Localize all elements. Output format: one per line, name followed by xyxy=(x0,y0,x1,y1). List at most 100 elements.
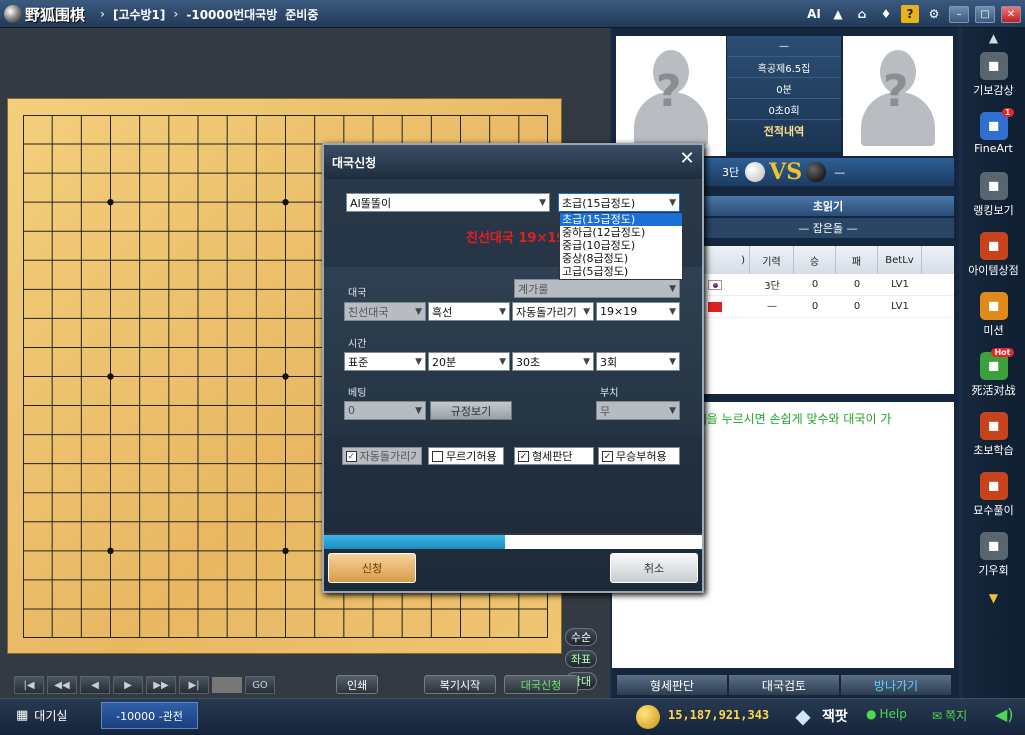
apply-button[interactable]: 신청 xyxy=(328,553,416,583)
leave-room-button[interactable]: 방나가기 xyxy=(840,674,952,696)
top-icons: AI ▲ ⌂ ♦ ? ⚙ – □ ✕ xyxy=(805,4,1021,24)
handicap-select: 무 ▼ xyxy=(596,401,680,420)
tab-current-room[interactable]: -10000 -관전 xyxy=(101,702,198,729)
menu-item[interactable]: ◼ 기보감상 xyxy=(962,48,1025,108)
ai-button[interactable]: AI xyxy=(805,5,823,23)
first-move-button[interactable]: |◀ xyxy=(14,676,44,694)
color-value: 흑선 xyxy=(432,305,453,319)
match-request-button[interactable]: 대국신청 xyxy=(504,675,578,694)
cancel-button[interactable]: 취소 xyxy=(610,553,698,583)
match-request-dialog: 대국신청 ✕ AI똘똘이 ▼ 초급(15급정도) ▼ 초급(15급정도) 중하급(12… xyxy=(322,143,704,593)
byoyomi-bar: 초읽기 xyxy=(702,196,954,216)
go-stone-icon xyxy=(4,5,22,23)
coordinate-button[interactable]: 좌표 xyxy=(565,650,597,668)
draw-allow-checkbox[interactable]: ✓ 무승부허용 xyxy=(598,447,680,465)
menu-item[interactable]: ◼ 랭킹보기 xyxy=(962,168,1025,228)
menu-label: 死活对战 xyxy=(971,384,1016,397)
menu-item[interactable]: ◼ 1 FineArt xyxy=(962,108,1025,168)
maximize-button[interactable]: □ xyxy=(975,5,995,23)
star-point xyxy=(282,373,289,380)
menu-item[interactable]: ◼ 묘수풀이 xyxy=(962,468,1025,528)
menu-items: ◼ 기보감상 ◼ 1 FineArt ◼ 랭킹보기 ◼ 아이템상점 ◼ 미션 ◼ Hot 死活对战 ◼ 초보학… xyxy=(962,48,1025,588)
club-icon: ◼ xyxy=(979,532,1008,560)
chevron-down-icon: ▼ xyxy=(583,356,590,367)
level-option[interactable]: 초급(15급정도) xyxy=(560,213,682,226)
color-select[interactable]: 흑선 ▼ xyxy=(428,302,510,321)
time-type-select[interactable]: 표준 ▼ xyxy=(344,352,426,371)
game-review-button[interactable]: 대국검토 xyxy=(728,674,840,696)
level-option[interactable]: 고급(5급정도) xyxy=(560,265,682,278)
help-icon[interactable]: ? xyxy=(901,5,919,23)
nigiri-select[interactable]: 자동돌가리기 ▼ xyxy=(512,302,594,321)
go-button[interactable]: GO xyxy=(245,676,275,694)
avatar-placeholder-icon: ? xyxy=(855,46,941,146)
row-lv: LV1 xyxy=(891,279,909,290)
menu-item[interactable]: ◼ Hot 死活对战 xyxy=(962,348,1025,408)
close-button[interactable]: ✕ xyxy=(1001,5,1021,23)
col-betlv[interactable]: BetLv xyxy=(878,246,922,274)
menu-item[interactable]: ◼ 초보학습 xyxy=(962,408,1025,468)
level-dropdown[interactable]: 초급(15급정도) 중하급(12급정도) 중급(10급정도) 중상(8급정도) 고급(5… xyxy=(559,212,683,280)
undo-allow-checkbox[interactable]: 무르기허용 xyxy=(428,447,504,465)
opponent-select[interactable]: AI똘똘이 ▼ xyxy=(346,193,550,212)
checkbox-label: 형세판단 xyxy=(532,450,573,463)
main-time-value: 20분 xyxy=(432,355,457,369)
chevron-down-icon: ▼ xyxy=(415,356,422,367)
menu-up-icon[interactable]: ▲ xyxy=(962,28,1025,48)
move-order-button[interactable]: 수순 xyxy=(565,628,597,646)
move-number-input[interactable] xyxy=(212,677,242,693)
judge-allow-checkbox[interactable]: ✓ 형세판단 xyxy=(514,447,594,465)
chevron-down-icon: ▼ xyxy=(669,283,676,294)
last-move-button[interactable]: ▶| xyxy=(179,676,209,694)
minimize-button[interactable]: – xyxy=(949,5,969,23)
byoyomi-time-value: 30초 xyxy=(516,355,541,369)
nigiri-value: 자동돌가리기 xyxy=(516,305,577,319)
panel-buttons: 형세판단 대국검토 방나가기 xyxy=(616,674,952,696)
fast-back-button[interactable]: ◀◀ xyxy=(47,676,77,694)
help-button[interactable]: ● Help xyxy=(866,707,907,721)
print-button[interactable]: 인쇄 xyxy=(336,675,379,694)
level-option[interactable]: 중급(10급정도) xyxy=(560,239,682,252)
dialog-close-icon[interactable]: ✕ xyxy=(676,147,698,169)
lobby-button[interactable]: ▦ 대기실 xyxy=(16,707,67,724)
menu-label: FineArt xyxy=(974,142,1013,155)
row-win: 0 xyxy=(811,301,819,312)
shirt-icon[interactable]: ♦ xyxy=(877,5,895,23)
row-lv: LV1 xyxy=(891,301,909,312)
byoyomi-time-select[interactable]: 30초 ▼ xyxy=(512,352,594,371)
col-lose[interactable]: 패 xyxy=(836,246,878,274)
up-arrow-icon[interactable]: ▲ xyxy=(829,5,847,23)
back-button[interactable]: ◀ xyxy=(80,676,110,694)
breadcrumb-room[interactable]: [고수방1] xyxy=(113,6,165,23)
left-player-avatar[interactable]: ? xyxy=(616,36,726,156)
byoyomi-count-select[interactable]: 3회 ▼ xyxy=(596,352,680,371)
counting-rule-value: 계가룰 xyxy=(518,282,549,296)
col-win[interactable]: 승 xyxy=(794,246,836,274)
position-judge-button[interactable]: 형세판단 xyxy=(616,674,728,696)
jackpot-button[interactable]: 잭팟 xyxy=(822,706,848,726)
level-option[interactable]: 중하급(12급정도) xyxy=(560,226,682,239)
home-icon[interactable]: ⌂ xyxy=(853,5,871,23)
record-history-button[interactable]: 전적내역 xyxy=(727,120,841,141)
menu-item[interactable]: ◼ 미션 xyxy=(962,288,1025,348)
col-rank[interactable]: 기력 xyxy=(750,246,794,274)
rules-button[interactable]: 규정보기 xyxy=(430,401,512,420)
right-player-avatar[interactable]: ? xyxy=(843,36,953,156)
level-select[interactable]: 초급(15급정도) ▼ xyxy=(558,193,680,212)
gear-icon[interactable]: ⚙ xyxy=(925,5,943,23)
chevron-down-icon: ▼ xyxy=(669,356,676,367)
sound-icon[interactable]: ◀) xyxy=(995,705,1014,724)
mail-button[interactable]: ✉ 쪽지 xyxy=(932,707,967,724)
board-size-select[interactable]: 19×19 ▼ xyxy=(596,302,680,321)
mail-label: 쪽지 xyxy=(945,709,968,723)
review-start-button[interactable]: 복기시작 xyxy=(424,675,496,694)
fast-forward-button[interactable]: ▶▶ xyxy=(146,676,176,694)
label-handicap: 부치 xyxy=(600,388,619,399)
avatar-placeholder-icon: ? xyxy=(628,46,714,146)
forward-button[interactable]: ▶ xyxy=(113,676,143,694)
menu-item[interactable]: ◼ 아이템상점 xyxy=(962,228,1025,288)
main-time-select[interactable]: 20분 ▼ xyxy=(428,352,510,371)
menu-down-icon[interactable]: ▼ xyxy=(962,588,1025,608)
level-option[interactable]: 중상(8급정도) xyxy=(560,252,682,265)
menu-item[interactable]: ◼ 기우회 xyxy=(962,528,1025,588)
